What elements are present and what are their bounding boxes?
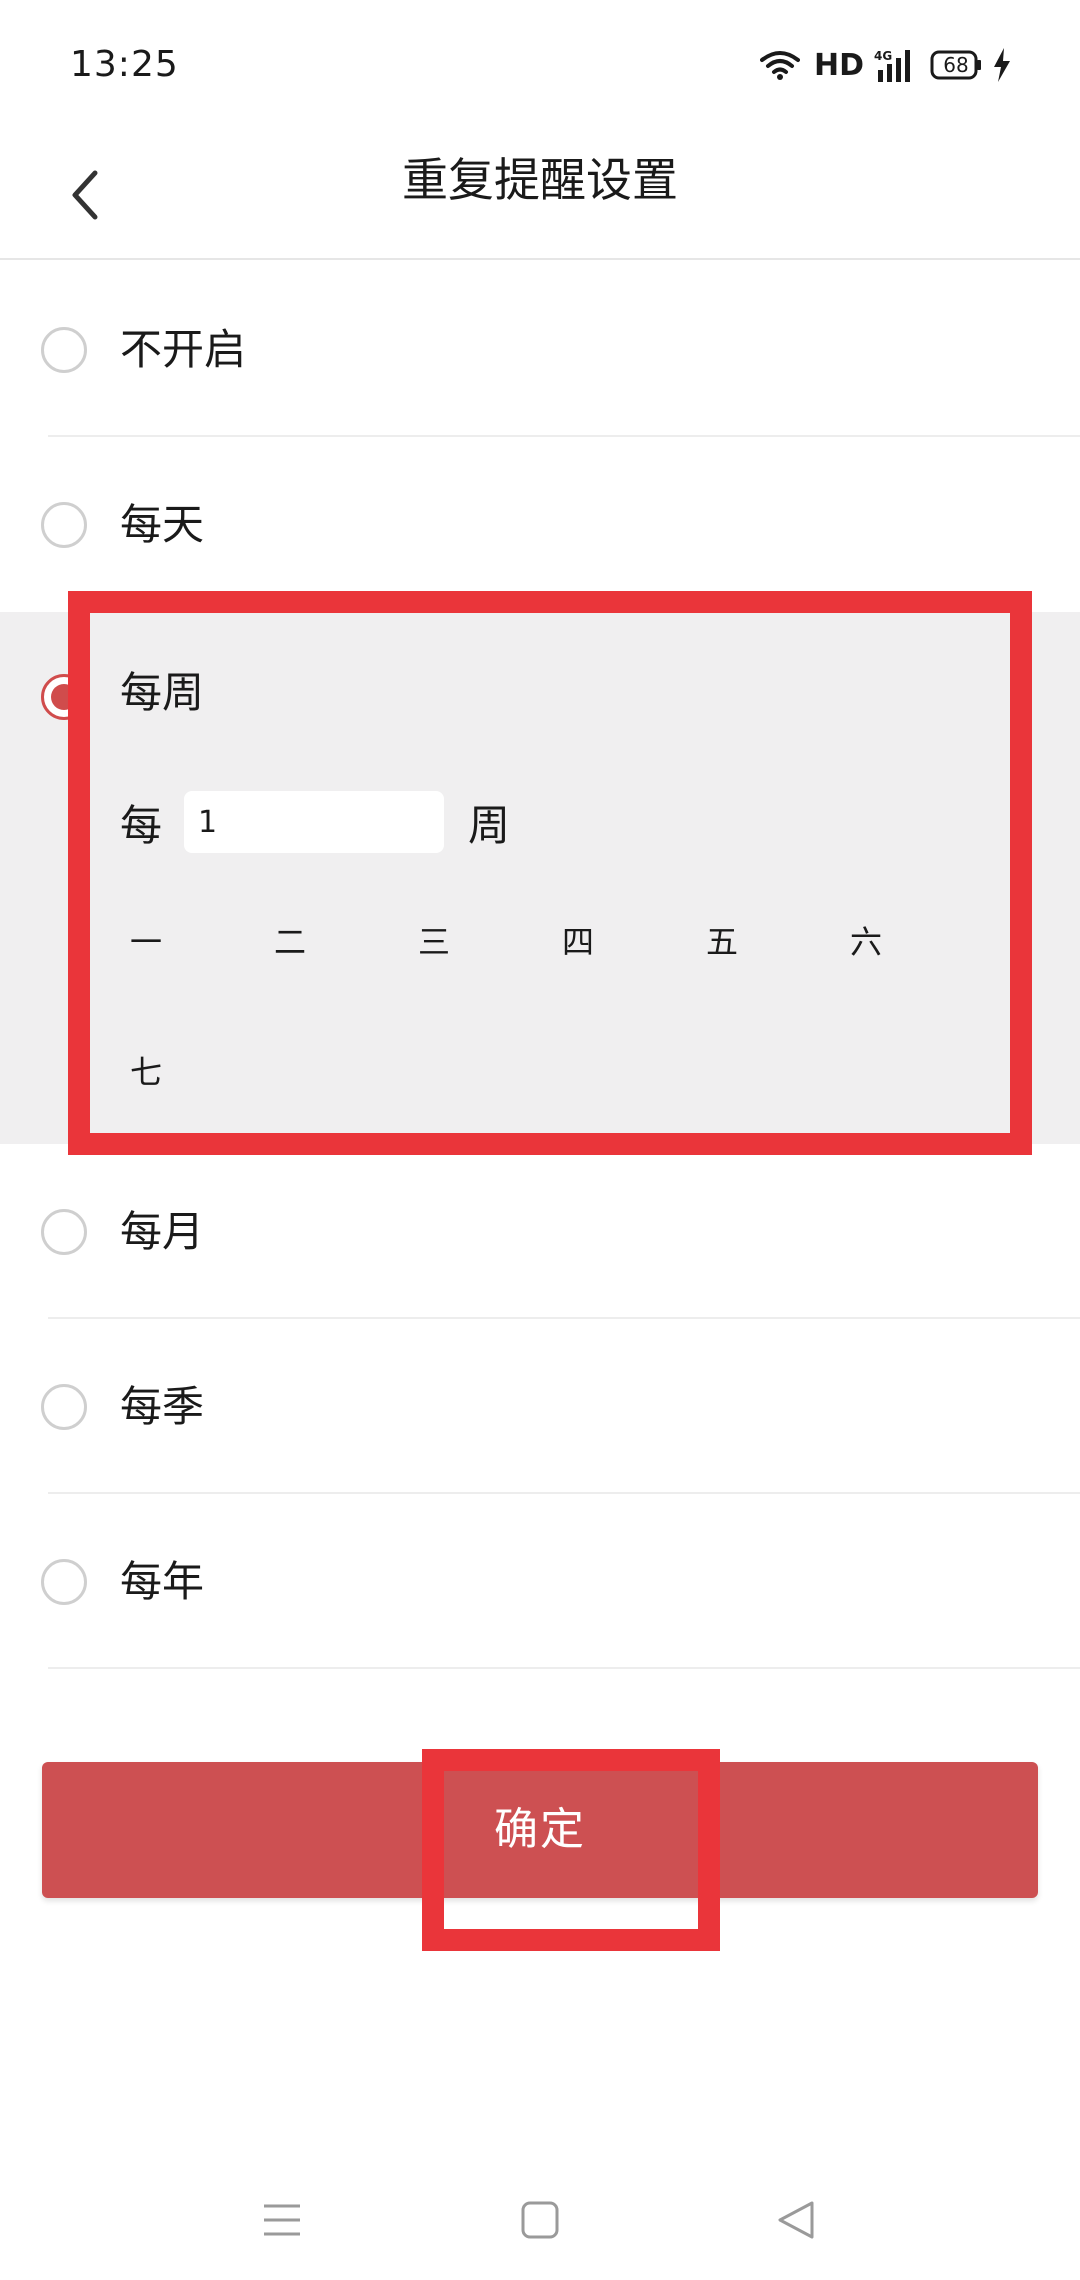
option-none[interactable]: 不开启 (0, 262, 1080, 437)
day-mon[interactable]: 一 (116, 917, 176, 963)
page-title: 重复提醒设置 (402, 153, 678, 207)
day-fri[interactable]: 五 (692, 917, 752, 963)
day-wed[interactable]: 三 (404, 917, 464, 963)
wifi-icon (759, 49, 800, 81)
hd-label: HD (813, 47, 864, 83)
option-label: 不开启 (120, 325, 247, 374)
signal-icon: 4G (874, 48, 920, 82)
radio-weekly[interactable] (41, 674, 87, 720)
radio-daily[interactable] (41, 502, 87, 548)
day-thu[interactable]: 四 (548, 917, 608, 963)
status-bar: 13:25 HD 4G 68 (0, 0, 1080, 130)
home-square-icon (521, 2201, 559, 2239)
radio-none[interactable] (41, 327, 87, 373)
every-suffix: 周 (468, 800, 511, 850)
interval-input[interactable] (184, 791, 445, 853)
charging-icon (992, 48, 1012, 82)
option-yearly[interactable]: 每年 (0, 1494, 1080, 1669)
system-nav-bar (0, 2160, 1080, 2260)
option-weekly[interactable]: 每周 每 周 一 二 三 四 五 六 七 (0, 612, 1080, 1144)
option-label: 每周 (120, 668, 205, 717)
option-monthly[interactable]: 每月 (0, 1144, 1080, 1319)
status-icons: HD 4G 68 (759, 42, 1012, 88)
menu-icon (264, 2204, 300, 2236)
day-sat[interactable]: 六 (836, 917, 896, 963)
every-prefix: 每 (120, 800, 163, 850)
confirm-button[interactable]: 确定 (42, 1762, 1038, 1898)
day-tue[interactable]: 二 (260, 917, 320, 963)
radio-yearly[interactable] (41, 1559, 87, 1605)
menu-button[interactable] (252, 2190, 312, 2250)
option-label: 每季 (120, 1382, 205, 1431)
day-sun[interactable]: 七 (116, 1047, 176, 1093)
battery-icon: 68 (930, 49, 982, 81)
radio-monthly[interactable] (41, 1209, 87, 1255)
signal-type-label: 4G (874, 49, 892, 63)
back-triangle-icon (778, 2201, 814, 2239)
option-label: 每月 (120, 1207, 205, 1256)
option-quarterly[interactable]: 每季 (0, 1319, 1080, 1494)
radio-quarterly[interactable] (41, 1384, 87, 1430)
status-time: 13:25 (70, 44, 179, 85)
option-daily[interactable]: 每天 (0, 437, 1080, 612)
nav-back-button[interactable] (766, 2190, 826, 2250)
home-button[interactable] (510, 2190, 570, 2250)
divider (48, 1667, 1080, 1669)
battery-level: 68 (943, 53, 969, 77)
option-label: 每天 (120, 500, 205, 549)
header: 重复提醒设置 (0, 130, 1080, 260)
option-label: 每年 (120, 1557, 205, 1606)
confirm-label: 确定 (494, 1805, 586, 1854)
weekly-interval-row: 每 周 (120, 787, 510, 857)
